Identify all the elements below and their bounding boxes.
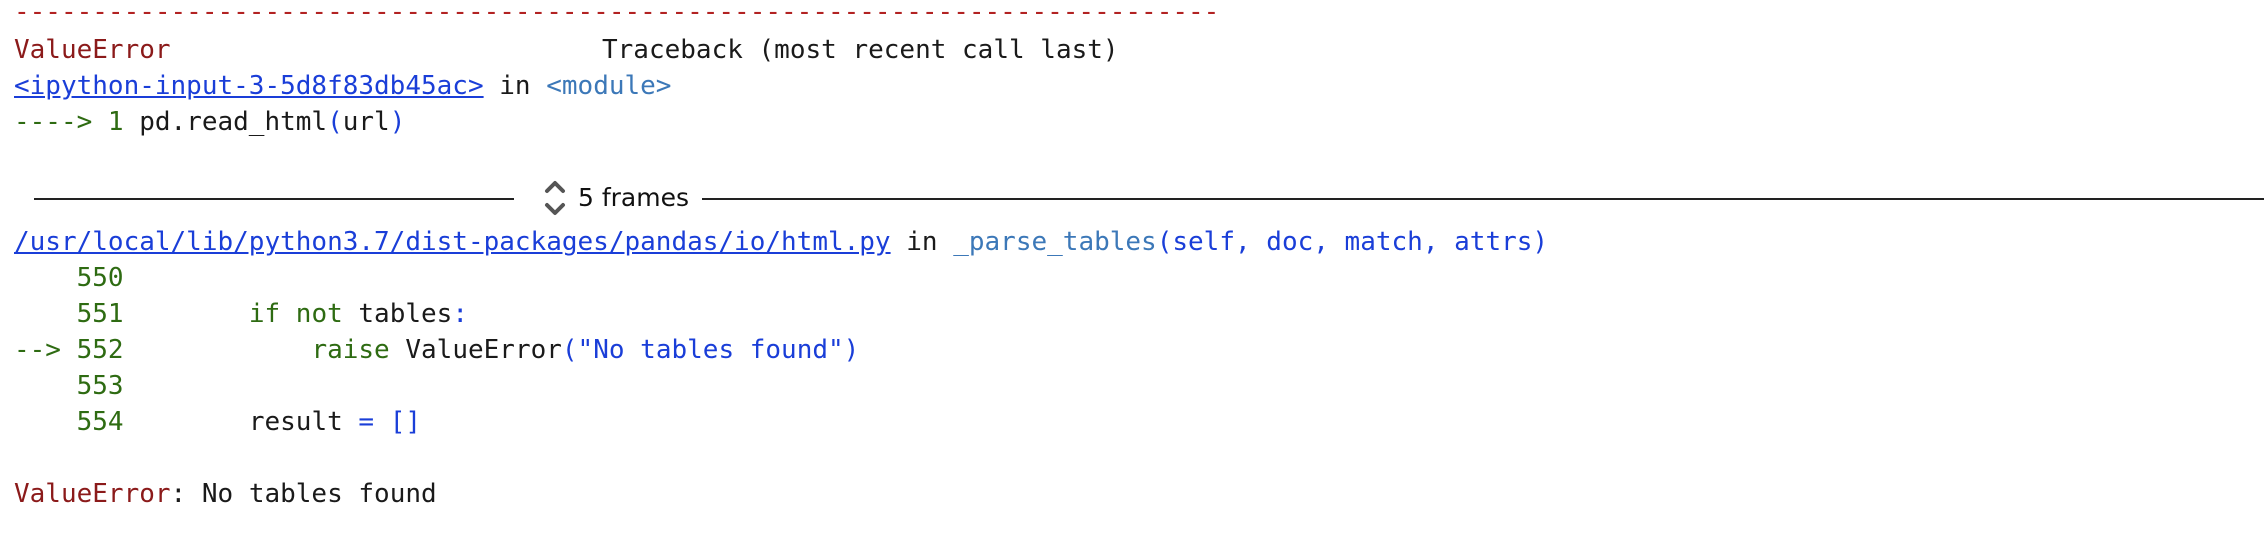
paren-open: ( — [327, 107, 343, 137]
frames-count-label: 5 frames — [578, 183, 690, 212]
line-number: 550 — [76, 263, 124, 293]
function-name: _parse_tables — [953, 227, 1157, 257]
line-number: 553 — [76, 371, 124, 401]
final-error-type: ValueError — [14, 479, 171, 509]
code-line-current: --> 552 raise ValueError("No tables foun… — [14, 332, 859, 368]
function-args: (self, doc, match, attrs) — [1156, 227, 1549, 257]
line-arrow — [14, 407, 61, 437]
code-call: pd.read_html — [139, 107, 328, 137]
frame-location: <ipython-input-3-5d8f83db45ac> in <modul… — [14, 68, 671, 104]
code-text: ValueError — [389, 335, 562, 365]
code-keyword: if not — [248, 299, 343, 329]
code-text: result — [248, 407, 359, 437]
chevron-up-down-icon — [542, 178, 568, 218]
code-line: 554 result = [] — [14, 404, 421, 440]
code-arg: url — [342, 107, 390, 137]
traceback-separator: ----------------------------------------… — [14, 0, 1220, 27]
line-number: 552 — [76, 335, 124, 365]
line-number: 554 — [76, 407, 124, 437]
current-line-arrow: --> — [14, 335, 61, 365]
frame-file-link[interactable]: <ipython-input-3-5d8f83db45ac> — [14, 71, 484, 101]
collapsed-frames-row: 5 frames — [0, 180, 2264, 216]
code-tail: ("No tables found") — [561, 335, 860, 365]
code-tail: = [] — [358, 407, 422, 437]
error-type: ValueError — [14, 35, 171, 65]
code-tail: : — [452, 299, 468, 329]
expand-frames-button[interactable]: 5 frames — [542, 180, 689, 216]
code-line: 553 — [14, 368, 124, 404]
traceback-label: Traceback (most recent call last) — [602, 35, 1119, 65]
line-arrow — [14, 371, 61, 401]
final-error-line: ValueError: No tables found — [14, 476, 437, 512]
divider-left — [34, 198, 514, 200]
current-line-arrow: ----> 1 — [14, 107, 140, 137]
module-name: <module> — [546, 71, 672, 101]
code-text: tables — [342, 299, 453, 329]
frame-file-link[interactable]: /usr/local/lib/python3.7/dist-packages/p… — [14, 227, 891, 257]
code-line: 551 if not tables: — [14, 296, 468, 332]
frame-location: /usr/local/lib/python3.7/dist-packages/p… — [14, 224, 1548, 260]
line-arrow — [14, 263, 61, 293]
in-keyword: in — [483, 71, 547, 101]
code-keyword: raise — [311, 335, 390, 365]
traceback-header: ValueError Traceback (most recent call la… — [14, 32, 1119, 68]
divider-right — [702, 198, 2264, 200]
frame-code-line: ----> 1 pd.read_html(url) — [14, 104, 405, 140]
code-line: 550 — [14, 260, 124, 296]
paren-close: ) — [389, 107, 406, 137]
line-arrow — [14, 299, 61, 329]
final-error-message: : No tables found — [170, 479, 437, 509]
line-number: 551 — [76, 299, 124, 329]
in-keyword: in — [890, 227, 954, 257]
